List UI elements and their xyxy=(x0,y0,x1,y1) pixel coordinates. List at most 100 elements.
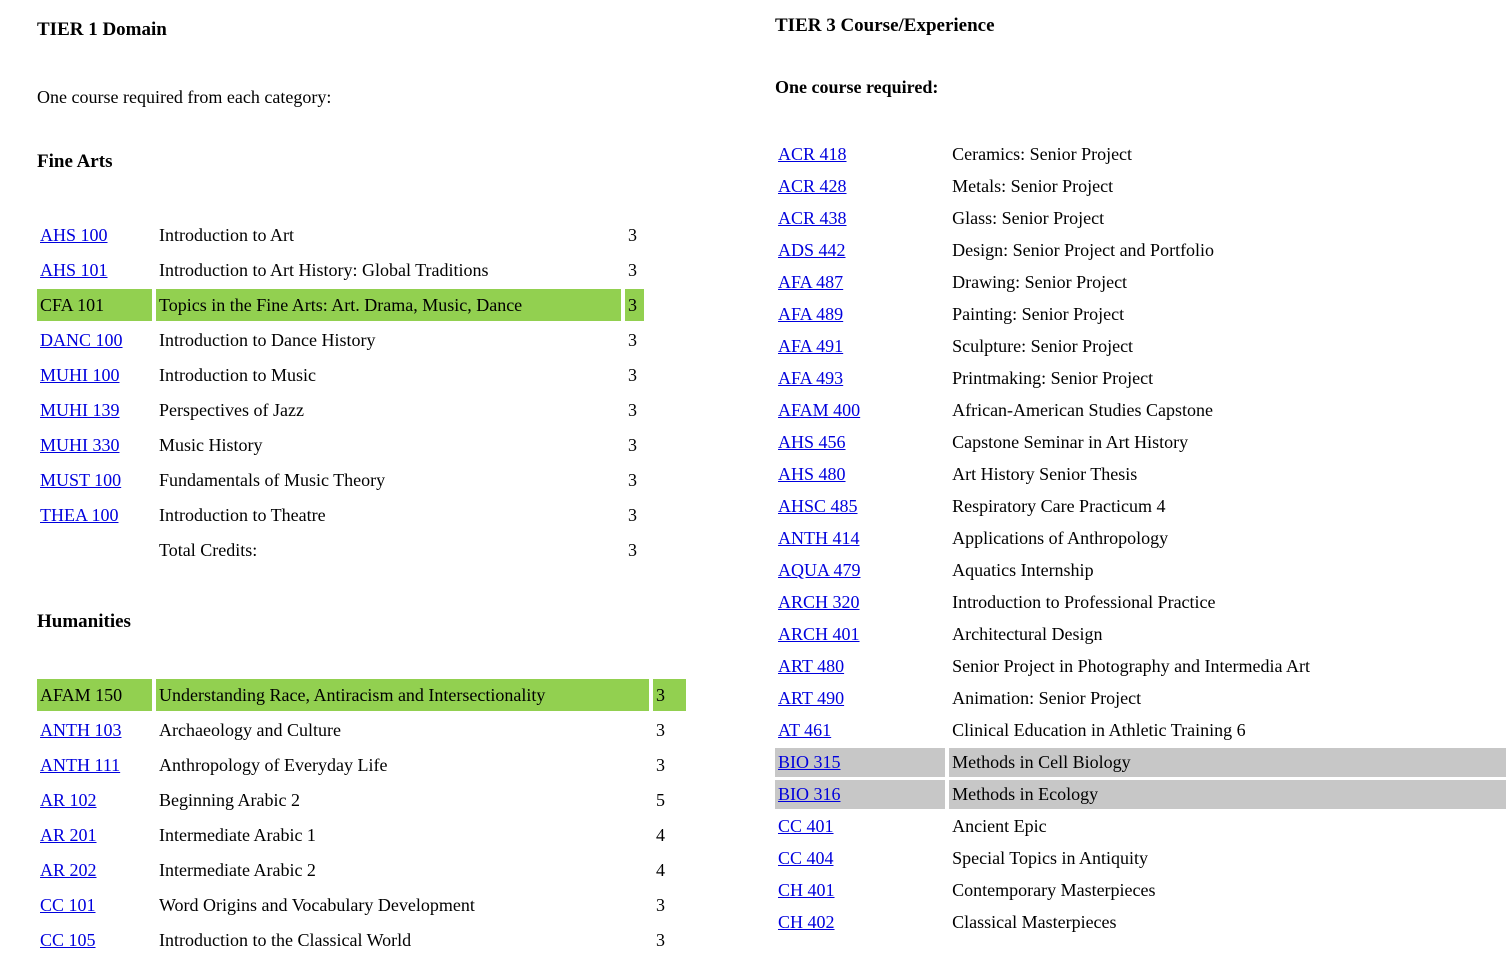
course-row: ART 480Senior Project in Photography and… xyxy=(775,652,1506,681)
course-code-cell: MUST 100 xyxy=(37,464,152,496)
course-code-link[interactable]: ACR 418 xyxy=(778,144,847,164)
course-code-link[interactable]: AFA 493 xyxy=(778,368,843,388)
course-row: CFA 101Topics in the Fine Arts: Art. Dra… xyxy=(37,289,644,321)
course-title-cell: Painting: Senior Project xyxy=(949,300,1506,329)
course-row: ARCH 320 Introduction to Professional Pra… xyxy=(775,588,1506,617)
course-code-link[interactable]: CC 404 xyxy=(778,848,834,868)
course-credits-cell: 3 xyxy=(653,714,686,746)
course-code-cell: ACR 438 xyxy=(775,204,945,233)
course-code-cell: ACR 428 xyxy=(775,172,945,201)
course-title-cell: Aquatics Internship xyxy=(949,556,1506,585)
course-code-cell: AR 102 xyxy=(37,784,152,816)
course-title-cell: Total Credits: xyxy=(156,534,621,566)
course-code-link[interactable]: MUST 100 xyxy=(40,470,121,490)
course-code-cell: AT 461 xyxy=(775,716,945,745)
course-title-cell: Design: Senior Project and Portfolio xyxy=(949,236,1506,265)
course-title-cell: Fundamentals of Music Theory xyxy=(156,464,621,496)
course-code-link[interactable]: DANC 100 xyxy=(40,330,123,350)
course-title-cell: African-American Studies Capstone xyxy=(949,396,1506,425)
course-row: AFA 489 Painting: Senior Project xyxy=(775,300,1506,329)
course-code-link[interactable]: MUHI 100 xyxy=(40,365,120,385)
course-row: BIO 316Methods in Ecology xyxy=(775,780,1506,809)
course-code-link[interactable]: AHS 100 xyxy=(40,225,108,245)
course-code-cell: AR 202 xyxy=(37,854,152,886)
course-row: AFA 487Drawing: Senior Project xyxy=(775,268,1506,297)
course-code-cell: BIO 315 xyxy=(775,748,945,777)
course-code-cell: MUHI 100 xyxy=(37,359,152,391)
course-credits-cell: 3 xyxy=(625,464,644,496)
course-title-cell: Introduction to Professional Practice xyxy=(949,588,1506,617)
course-credits-cell: 3 xyxy=(625,359,644,391)
course-title-cell: Perspectives of Jazz xyxy=(156,394,621,426)
course-code-link[interactable]: AR 202 xyxy=(40,860,97,880)
course-code-link[interactable]: ANTH 111 xyxy=(40,755,120,775)
course-title-cell: Beginning Arabic 2 xyxy=(156,784,649,816)
course-title-cell: Sculpture: Senior Project xyxy=(949,332,1506,361)
course-row: AHS 101Introduction to Art History: Glob… xyxy=(37,254,644,286)
course-credits-cell: 3 xyxy=(653,889,686,921)
course-code-cell: ACR 418 xyxy=(775,140,945,169)
course-row: CC 105 Introduction to the Classical Worl… xyxy=(37,924,686,956)
course-code-link[interactable]: BIO 316 xyxy=(778,784,841,804)
course-row: CC 101Word Origins and Vocabulary Develo… xyxy=(37,889,686,921)
course-code-cell: CFA 101 xyxy=(37,289,152,321)
course-code-cell: AHS 480 xyxy=(775,460,945,489)
course-title-cell: Classical Masterpieces xyxy=(949,908,1506,937)
course-code-link[interactable]: ACR 438 xyxy=(778,208,847,228)
course-code-link[interactable]: AFA 489 xyxy=(778,304,843,324)
course-code-link[interactable]: AFA 491 xyxy=(778,336,843,356)
course-code-cell: CC 401 xyxy=(775,812,945,841)
course-row: AR 201Intermediate Arabic 14 xyxy=(37,819,686,851)
course-title-cell: Methods in Cell Biology xyxy=(949,748,1506,777)
course-code-link[interactable]: AHS 456 xyxy=(778,432,846,452)
course-row: AR 202Intermediate Arabic 24 xyxy=(37,854,686,886)
course-title-cell: Understanding Race, Antiracism and Inter… xyxy=(156,679,649,711)
course-code-link[interactable]: CH 402 xyxy=(778,912,835,932)
course-code-link[interactable]: BIO 315 xyxy=(778,752,841,772)
course-code-link[interactable]: ADS 442 xyxy=(778,240,846,260)
course-code-cell xyxy=(37,534,152,566)
tier3-title: TIER 3 Course/Experience xyxy=(775,0,1510,38)
humanities-course-table: AFAM 150Understanding Race, Antiracism a… xyxy=(33,676,690,959)
course-code-link[interactable]: AQUA 479 xyxy=(778,560,861,580)
course-code-cell: ARCH 320 xyxy=(775,588,945,617)
course-code-cell: MUHI 330 xyxy=(37,429,152,461)
course-code-cell: AFA 493 xyxy=(775,364,945,393)
course-row: CC 401 Ancient Epic xyxy=(775,812,1506,841)
course-row: AHS 480Art History Senior Thesis xyxy=(775,460,1506,489)
course-title-cell: Introduction to Theatre xyxy=(156,499,621,531)
course-code-cell: AHSC 485 xyxy=(775,492,945,521)
course-code-link[interactable]: MUHI 330 xyxy=(40,435,120,455)
course-code-link[interactable]: ACR 428 xyxy=(778,176,847,196)
course-code-link[interactable]: AHS 480 xyxy=(778,464,846,484)
course-code-link[interactable]: AT 461 xyxy=(778,720,831,740)
course-code-link[interactable]: AFA 487 xyxy=(778,272,843,292)
course-code-link[interactable]: ART 480 xyxy=(778,656,844,676)
course-code-link[interactable]: AR 102 xyxy=(40,790,97,810)
course-credits-cell: 3 xyxy=(625,254,644,286)
course-code-cell: CC 105 xyxy=(37,924,152,956)
course-code-link[interactable]: CC 105 xyxy=(40,930,96,950)
course-title-cell: Ancient Epic xyxy=(949,812,1506,841)
course-code-link[interactable]: ANTH 414 xyxy=(778,528,860,548)
course-title-cell: Animation: Senior Project xyxy=(949,684,1506,713)
course-row: ANTH 111Anthropology of Everyday Life3 xyxy=(37,749,686,781)
course-code-link[interactable]: ANTH 103 xyxy=(40,720,122,740)
course-row: ADS 442 Design: Senior Project and Portfo… xyxy=(775,236,1506,265)
course-code-link[interactable]: CC 401 xyxy=(778,816,834,836)
course-code-link[interactable]: MUHI 139 xyxy=(40,400,120,420)
course-code-link[interactable]: THEA 100 xyxy=(40,505,119,525)
course-code-link[interactable]: AHSC 485 xyxy=(778,496,858,516)
course-code-link[interactable]: AFAM 400 xyxy=(778,400,860,420)
course-code-link[interactable]: ARCH 320 xyxy=(778,592,860,612)
course-code-cell: ART 480 xyxy=(775,652,945,681)
course-code-link[interactable]: AHS 101 xyxy=(40,260,108,280)
course-code-link[interactable]: CC 101 xyxy=(40,895,96,915)
course-code-cell: CH 402 xyxy=(775,908,945,937)
course-code-link[interactable]: CH 401 xyxy=(778,880,835,900)
course-row: AHS 456Capstone Seminar in Art History xyxy=(775,428,1506,457)
course-code-link[interactable]: ARCH 401 xyxy=(778,624,860,644)
course-code-link[interactable]: AR 201 xyxy=(40,825,97,845)
course-code-link[interactable]: ART 490 xyxy=(778,688,844,708)
course-title-cell: Introduction to the Classical World xyxy=(156,924,649,956)
